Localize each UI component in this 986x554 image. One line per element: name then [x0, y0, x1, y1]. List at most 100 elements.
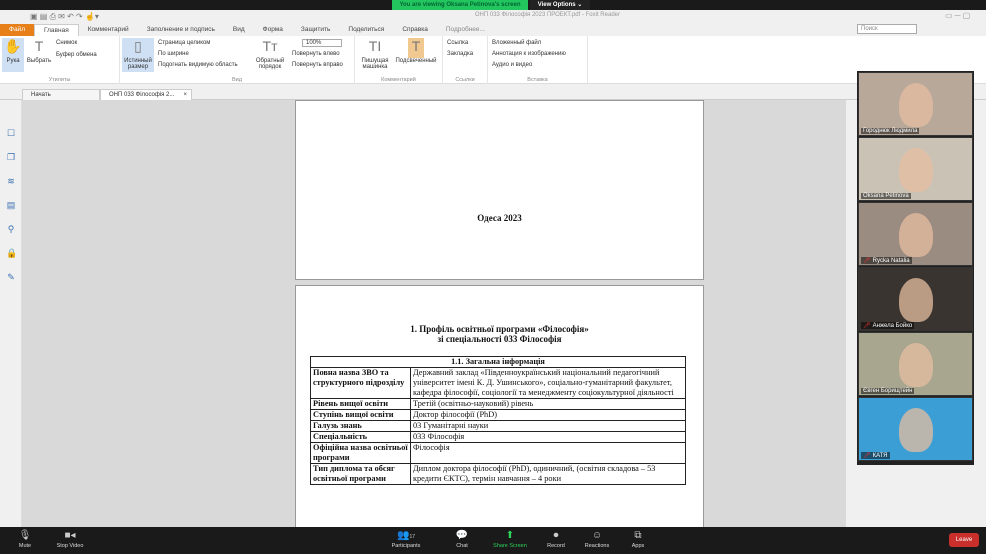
fit-width-button[interactable]: По ширине — [158, 51, 189, 57]
muted-mic-icon: 🎤︎ — [863, 323, 871, 329]
comment-group: TI Пишущая машинка T Подсвеченный Коммента… — [355, 36, 443, 84]
tab-view[interactable]: Вид — [224, 24, 254, 36]
label: Рука — [6, 58, 20, 64]
participant-name: Rycka Natalia — [872, 258, 910, 264]
view-options-button[interactable]: View Options ⌄ — [530, 0, 590, 10]
chat-button[interactable]: 💬 Chat — [437, 530, 487, 549]
menu-tabs: Файл Главная Комментарий Заполнение и по… — [0, 24, 986, 36]
label: Обратный порядок — [255, 58, 285, 70]
mute-button[interactable]: 🎙 Mute — [0, 530, 50, 549]
typewriter-icon: TI — [368, 38, 382, 54]
participant-tile[interactable]: 🎤︎ КАТЯ — [858, 397, 973, 461]
signature-icon[interactable]: ✎ — [6, 272, 16, 282]
attachment-icon[interactable]: ⚲ — [6, 224, 16, 234]
quick-access-icons[interactable]: ▣ ▤ ⎙ ✉ ↶ ↷ ☝▾ — [30, 12, 99, 22]
hand-icon: ✋ — [4, 38, 22, 54]
tab-fill-sign[interactable]: Заполнение и подпись — [138, 24, 224, 36]
row-value: Третій (освітньо-науковий) рівень — [410, 398, 686, 410]
participant-tile[interactable]: 🎤︎ Анжела Бойко — [858, 267, 973, 331]
tell-me[interactable]: Подробнее... — [437, 24, 494, 36]
tab-home[interactable]: Главная — [33, 24, 79, 36]
participant-tile[interactable]: Oksana Petinova — [858, 137, 973, 201]
share-screen-button[interactable]: ⬆ Share Screen — [485, 530, 535, 549]
fit-visible-button[interactable]: Подогнать видимую область — [158, 62, 238, 68]
label: Подсвеченный — [395, 58, 437, 64]
snapshot-button[interactable]: Снимок — [56, 40, 77, 46]
participant-name-tag: 🎤︎ КАТЯ — [861, 452, 890, 459]
share-icon: ⬆ — [505, 530, 515, 541]
row-value: 03 Гуманітарні науки — [410, 420, 686, 432]
reverse-icon: Tт — [262, 38, 278, 54]
typewriter-button[interactable]: TI Пишущая машинка — [359, 38, 391, 72]
pdf-page-1: Одеса 2023 — [295, 100, 704, 280]
clipboard-button[interactable]: Буфер обмена — [56, 52, 97, 58]
fit-page-button[interactable]: Страница целиком — [158, 40, 210, 46]
group-label: Вид — [232, 77, 242, 83]
comments-icon[interactable]: ▤ — [6, 200, 16, 210]
label: Record — [547, 543, 565, 549]
zoom-toolbar: 🎙 Mute ■◂ Stop Video 👥17 Participants 💬 Chat… — [0, 527, 986, 554]
lock-icon[interactable]: 🔒 — [6, 248, 17, 258]
row-label: Офіційна назва освітньої програми — [310, 442, 411, 464]
scrollbar[interactable] — [846, 100, 856, 527]
tab-protect[interactable]: Защитить — [292, 24, 340, 36]
actual-size-button[interactable]: ▯ Истинный размер — [122, 38, 154, 72]
layers-icon[interactable]: ≋ — [6, 176, 16, 186]
apps-button[interactable]: ⧉ Apps — [613, 530, 663, 549]
label: Participants — [391, 543, 421, 549]
rotate-right-button[interactable]: Повернуть вправо — [292, 62, 343, 68]
rotate-left-button[interactable]: Повернуть влево — [292, 51, 340, 57]
table-row: Рівень вищої освіти Третій (освітньо-наук… — [310, 398, 686, 410]
select-tool-button[interactable]: T Выбрать — [25, 38, 53, 72]
group-label: Утилиты — [48, 77, 71, 83]
table-title: 1.1. Загальна інформація — [310, 356, 686, 368]
table-row: Галузь знань 03 Гуманітарні науки — [310, 420, 686, 432]
ribbon: ✋ Рука T Выбрать Снимок Буфер обмена Утили… — [0, 36, 986, 84]
pages-icon[interactable]: ❐ — [6, 152, 16, 162]
participants-button[interactable]: 👥17 Participants — [381, 530, 431, 549]
window-controls[interactable]: ▭ ─ ▢ — [945, 11, 970, 20]
tab-help[interactable]: Справка — [393, 24, 437, 36]
row-label: Спеціальність — [310, 431, 411, 443]
group-label: Ссылки — [455, 77, 475, 83]
label: Apps — [631, 543, 645, 549]
tab-document[interactable]: ОНП 033 Філософія 2... × — [100, 89, 192, 100]
pdf-page-2: 1. Профіль освітньої програми «Філософія… — [295, 285, 704, 527]
participant-video — [899, 278, 933, 322]
row-label: Рівень вищої освіти — [310, 398, 411, 410]
zoom-select[interactable]: 100% — [302, 39, 342, 47]
leave-button[interactable]: Leave — [949, 533, 979, 547]
participant-video-panel: Городнюк Людмила Oksana Petinova 🎤︎ Rycka N… — [857, 71, 974, 465]
highlight-button[interactable]: T Подсвеченный — [395, 38, 437, 72]
document-viewport[interactable]: Одеса 2023 1. Профіль освітньої програми… — [22, 100, 846, 527]
document-tabs: Начать ОНП 033 Філософія 2... × — [0, 88, 986, 100]
tab-form[interactable]: Форма — [254, 24, 292, 36]
link-button[interactable]: Ссылка — [447, 40, 468, 46]
tab-start[interactable]: Начать — [22, 89, 100, 100]
attach-file-button[interactable]: Вложенный файл — [492, 40, 541, 46]
search-input[interactable]: Поиск — [857, 24, 917, 34]
table-row: Повна назва ЗВО та структурного підрозді… — [310, 367, 686, 399]
row-label: Повна назва ЗВО та структурного підрозді… — [310, 367, 411, 399]
participant-name: Городнюк Людмила — [863, 128, 918, 134]
foxit-reader-window: ▣ ▤ ⎙ ✉ ↶ ↷ ☝▾ ОНП 033 Філософія 2023 ПР… — [0, 10, 986, 527]
label: Истинный размер — [124, 58, 152, 70]
tab-file[interactable]: Файл — [0, 24, 34, 36]
hand-tool-button[interactable]: ✋ Рука — [2, 38, 24, 72]
highlight-icon: T — [408, 38, 424, 58]
hand-icon[interactable]: ☐ — [6, 128, 16, 138]
tab-share[interactable]: Поделиться — [339, 24, 393, 36]
participant-tile[interactable]: Городнюк Людмила — [858, 72, 973, 136]
image-annotation-button[interactable]: Аннотация к изображению — [492, 51, 566, 57]
reverse-order-button[interactable]: Tт Обратный порядок — [254, 38, 286, 72]
participant-tile[interactable]: 🎤︎ Rycka Natalia — [858, 202, 973, 266]
bookmark-button[interactable]: Закладка — [447, 51, 473, 57]
participants-icon: 👥17 — [396, 530, 415, 541]
tab-comment[interactable]: Комментарий — [79, 24, 138, 36]
row-label: Тип диплома та обсяг освітньої програми — [310, 463, 411, 485]
label: Reactions — [584, 543, 610, 549]
participant-tile[interactable]: Євген Борищтейн — [858, 332, 973, 396]
stop-video-button[interactable]: ■◂ Stop Video — [45, 530, 95, 549]
audio-video-button[interactable]: Аудио и видео — [492, 62, 532, 68]
participant-video — [899, 213, 933, 257]
